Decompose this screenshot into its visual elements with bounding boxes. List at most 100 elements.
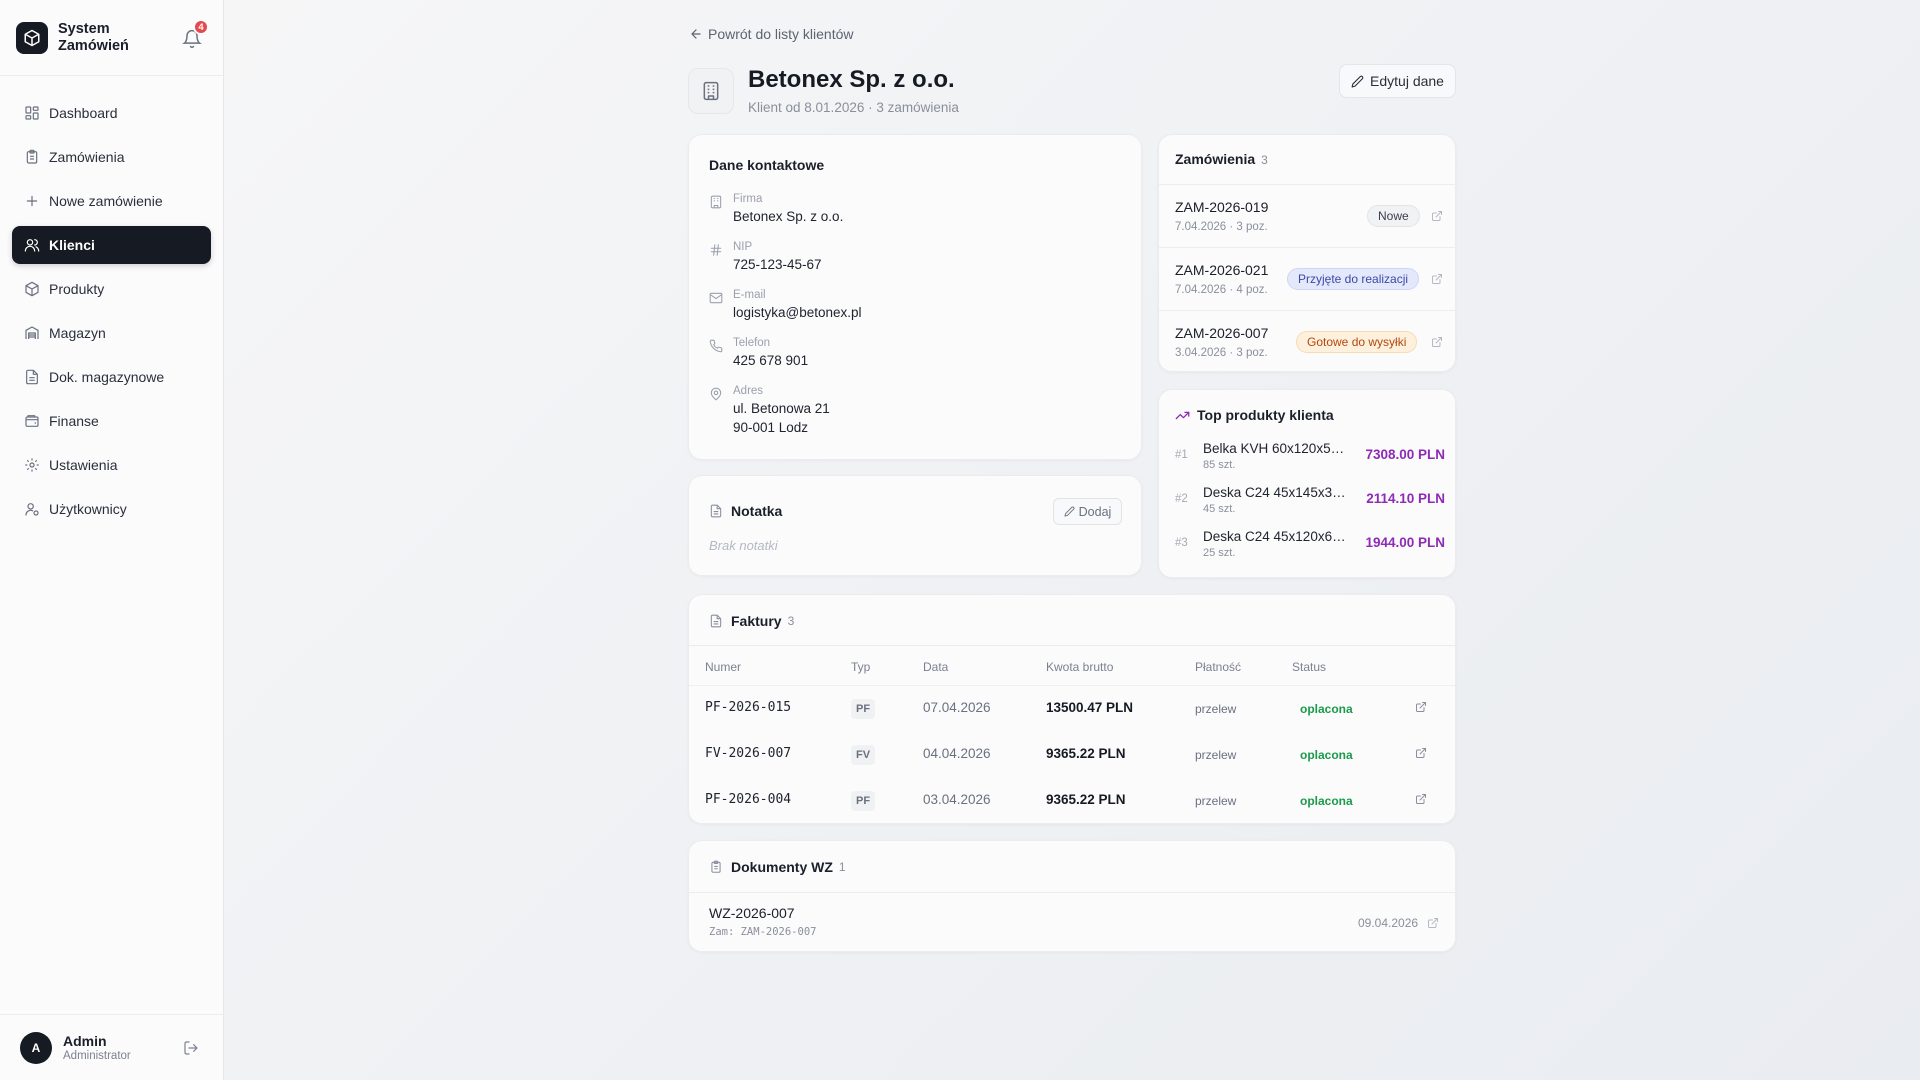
product-value: 7308.00 PLN xyxy=(1365,447,1445,462)
field-value: logistyka@betonex.pl xyxy=(733,305,862,320)
sidebar-item-products[interactable]: Produkty xyxy=(12,270,211,308)
column-header-amount: Kwota brutto xyxy=(1046,660,1114,674)
add-note-button[interactable]: Dodaj xyxy=(1053,498,1122,525)
table-row[interactable]: PF-2026-004 PF 03.04.2026 9365.22 PLN pr… xyxy=(689,778,1455,824)
users-icon xyxy=(24,239,40,252)
order-meta: 7.04.2026 · 3 poz. xyxy=(1175,221,1268,233)
sidebar-item-settings[interactable]: Ustawienia xyxy=(12,446,211,484)
external-link-icon[interactable] xyxy=(1431,210,1443,222)
external-link-icon[interactable] xyxy=(1427,917,1439,929)
divider xyxy=(689,645,1455,646)
column-header-type: Typ xyxy=(851,660,871,674)
field-value: 725-123-45-67 xyxy=(733,257,822,272)
sidebar-item-orders[interactable]: Zamówienia xyxy=(12,138,211,176)
wallet-icon xyxy=(25,415,39,427)
table-row[interactable]: FV-2026-007 FV 04.04.2026 9365.22 PLN pr… xyxy=(689,732,1455,778)
external-link-icon[interactable] xyxy=(1431,336,1443,348)
top-products-card: Top produkty klienta #1 Belka KVH 60x120… xyxy=(1158,389,1456,578)
sidebar-item-warehouse[interactable]: Magazyn xyxy=(12,314,211,352)
invoice-amount: 13500.47 PLN xyxy=(1046,700,1134,715)
box-logo-icon xyxy=(16,21,48,54)
sidebar-item-new-order[interactable]: Nowe zamówienie xyxy=(12,182,211,220)
wz-documents-card: Dokumenty WZ 1 WZ-2026-007 Zam: ZAM-2026-… xyxy=(688,840,1456,952)
pencil-icon xyxy=(1064,506,1075,517)
field-label: NIP xyxy=(733,241,753,253)
order-meta: 7.04.2026 · 4 poz. xyxy=(1175,284,1268,296)
contact-card-title: Dane kontaktowe xyxy=(709,157,825,173)
edit-button-label: Edytuj dane xyxy=(1370,73,1444,89)
product-row: #1 Belka KVH 60x120x5000 85 szt. 7308.00… xyxy=(1175,441,1445,479)
product-value: 1944.00 PLN xyxy=(1365,535,1445,550)
wz-document-id[interactable]: WZ-2026-007 xyxy=(709,905,795,921)
external-link-icon[interactable] xyxy=(1431,273,1443,285)
invoices-header: Faktury 3 xyxy=(709,613,794,629)
orders-title: Zamówienia xyxy=(1175,151,1256,167)
sidebar-item-label: Nowe zamówienie xyxy=(49,193,163,209)
plus-icon xyxy=(26,195,38,207)
trending-up-icon xyxy=(1175,411,1190,419)
wz-header: Dokumenty WZ 1 xyxy=(709,859,846,875)
mail-icon xyxy=(709,292,723,304)
column-header-date: Data xyxy=(923,660,949,674)
sidebar-item-finance[interactable]: Finanse xyxy=(12,402,211,440)
clipboard-icon xyxy=(711,860,721,873)
invoices-card: Faktury 3 Numer Typ Data Kwota brutto Pła… xyxy=(688,594,1456,824)
order-row[interactable]: ZAM-2026-019 7.04.2026 · 3 poz. Nowe xyxy=(1159,184,1457,247)
product-row: #3 Deska C24 45x120x6000 25 szt. 1944.00… xyxy=(1175,529,1445,567)
sidebar-item-label: Magazyn xyxy=(49,325,106,341)
package-icon xyxy=(25,281,39,297)
invoice-status: oplacona xyxy=(1300,748,1353,762)
sidebar-item-label: Finanse xyxy=(49,413,99,429)
notification-badge: 4 xyxy=(193,19,209,35)
external-link-icon[interactable] xyxy=(1415,701,1427,713)
column-header-number: Numer xyxy=(705,660,742,674)
invoice-type-badge: FV xyxy=(851,745,876,765)
logout-icon[interactable] xyxy=(183,1040,199,1056)
external-link-icon[interactable] xyxy=(1415,793,1427,805)
sidebar-item-users[interactable]: Użytkownicy xyxy=(12,490,211,528)
invoice-payment: przelew xyxy=(1195,794,1237,808)
field-value: 425 678 901 xyxy=(733,353,809,368)
edit-client-button[interactable]: Edytuj dane xyxy=(1339,64,1456,98)
product-qty: 85 szt. xyxy=(1203,459,1236,471)
sidebar-item-label: Użytkownicy xyxy=(49,501,127,517)
invoice-payment: przelew xyxy=(1195,748,1237,762)
field-label: E-mail xyxy=(733,289,766,301)
warehouse-icon xyxy=(25,326,39,339)
divider xyxy=(689,892,1455,893)
order-row[interactable]: ZAM-2026-021 7.04.2026 · 4 poz. Przyjęte… xyxy=(1159,247,1457,310)
order-id: ZAM-2026-007 xyxy=(1175,325,1269,341)
orders-card: Zamówienia 3 ZAM-2026-019 7.04.2026 · 3 p… xyxy=(1158,134,1457,373)
column-header-status: Status xyxy=(1292,660,1327,674)
invoice-amount: 9365.22 PLN xyxy=(1046,792,1126,807)
back-link-label: Powrót do listy klientów xyxy=(708,26,854,42)
sidebar-item-dashboard[interactable]: Dashboard xyxy=(12,94,211,132)
product-rank: #2 xyxy=(1175,493,1188,505)
sidebar-item-clients[interactable]: Klienci xyxy=(12,226,211,264)
sidebar-item-warehouse-docs[interactable]: Dok. magazynowe xyxy=(12,358,211,396)
grid-icon xyxy=(25,106,39,120)
sidebar-item-label: Zamówienia xyxy=(49,149,125,165)
invoice-date: 04.04.2026 xyxy=(923,746,991,761)
gear-icon xyxy=(25,458,39,472)
invoice-status: oplacona xyxy=(1300,794,1353,808)
order-row[interactable]: ZAM-2026-007 3.04.2026 · 3 poz. Gotowe d… xyxy=(1159,310,1457,373)
invoice-date: 07.04.2026 xyxy=(923,700,991,715)
page-title: Betonex Sp. z o.o. xyxy=(748,66,955,93)
invoice-payment: przelew xyxy=(1195,702,1237,716)
sidebar: System Zamówień 4 Dashboard Zamówienia N… xyxy=(0,0,224,1080)
column-header-payment: Płatność xyxy=(1195,660,1242,674)
back-link[interactable]: Powrót do listy klientów xyxy=(689,26,854,42)
sidebar-item-label: Dok. magazynowe xyxy=(49,369,165,385)
external-link-icon[interactable] xyxy=(1415,747,1427,759)
product-name: Belka KVH 60x120x5000 xyxy=(1203,441,1351,456)
note-title: Notatka xyxy=(731,503,783,519)
user-info: Admin Administrator xyxy=(63,1033,131,1063)
wz-date: 09.04.2026 xyxy=(1358,916,1419,930)
invoice-number: PF-2026-004 xyxy=(705,792,792,807)
status-badge: Nowe xyxy=(1367,205,1420,227)
clipboard-icon xyxy=(26,149,38,164)
invoice-number: FV-2026-007 xyxy=(705,746,792,761)
field-address: Adres ul. Betonowa 21 90-001 Lodz xyxy=(709,385,830,436)
table-row[interactable]: PF-2026-015 PF 07.04.2026 13500.47 PLN p… xyxy=(689,686,1455,732)
